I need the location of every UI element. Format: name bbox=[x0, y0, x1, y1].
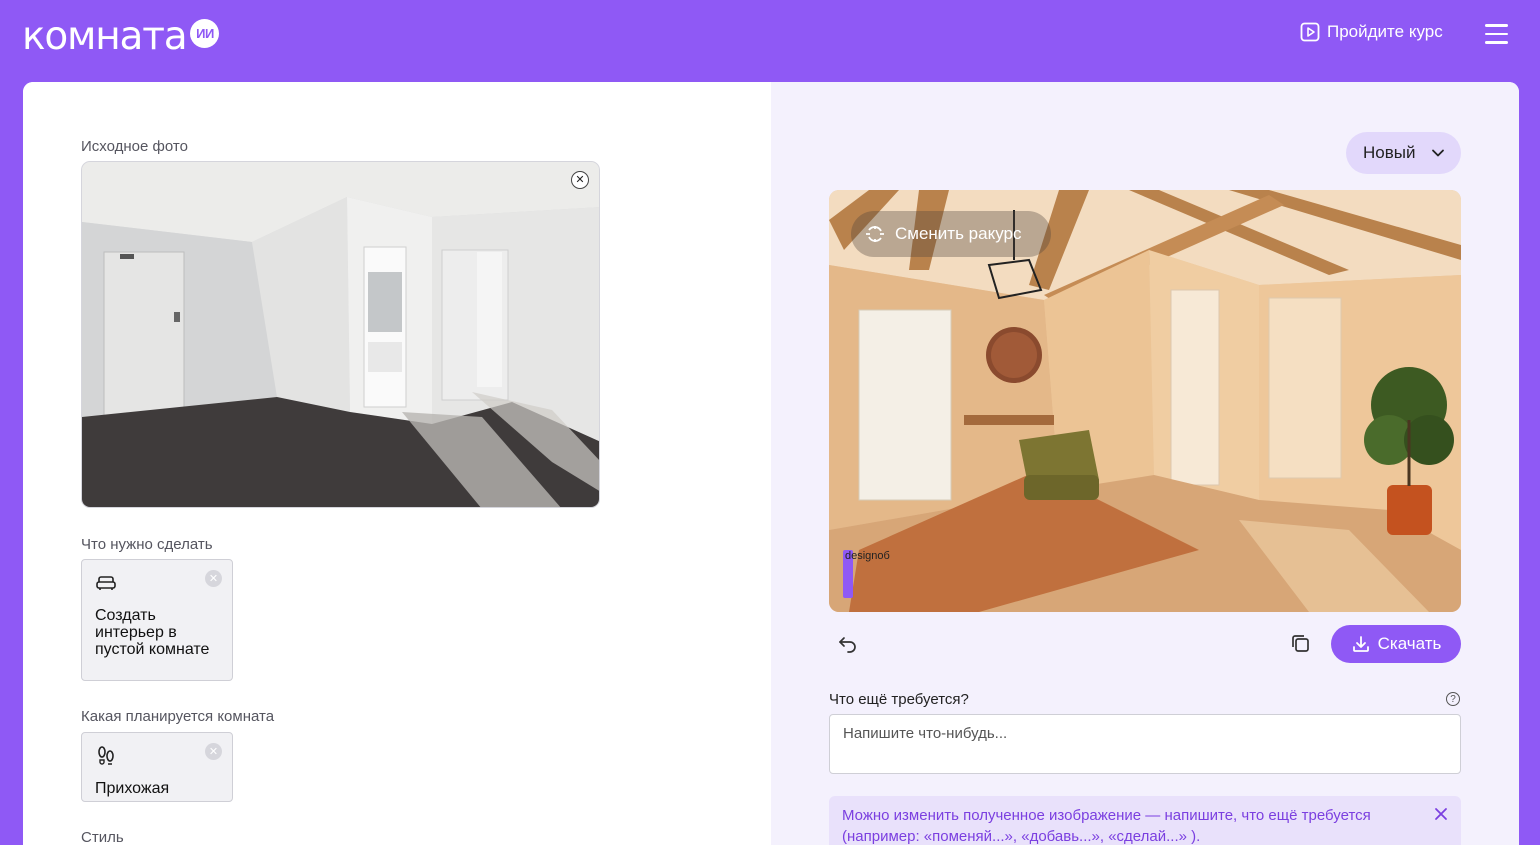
request-label: Что ещё требуется? bbox=[829, 691, 969, 708]
logo-text: комната bbox=[22, 14, 188, 59]
play-icon bbox=[1300, 22, 1320, 42]
undo-icon[interactable] bbox=[837, 632, 859, 654]
request-input[interactable] bbox=[829, 714, 1461, 774]
version-selected-value: Новый bbox=[1363, 143, 1416, 162]
sofa-icon bbox=[96, 576, 116, 590]
logo[interactable]: комната ИИ bbox=[22, 14, 220, 60]
hint-banner: Можно изменить полученное изображение — … bbox=[829, 796, 1461, 845]
help-icon[interactable]: ? bbox=[1446, 692, 1460, 706]
result-panel: Новый Сменить ракурс designоб Скачать Чт… bbox=[771, 82, 1519, 845]
style-label: Стиль bbox=[81, 829, 124, 845]
rotate-view-icon bbox=[866, 226, 884, 242]
chevron-down-icon bbox=[1432, 149, 1444, 157]
top-bar: комната ИИ Пройдите курс bbox=[0, 0, 1540, 82]
source-photo[interactable]: ✕ bbox=[81, 161, 600, 508]
room-option-card[interactable]: Прихожая ✕ bbox=[81, 732, 233, 802]
take-course-link[interactable]: Пройдите курс bbox=[1300, 22, 1443, 42]
room-type-label: Какая планируется комната bbox=[81, 708, 275, 725]
settings-panel: Исходное фото ✕ Что нужно сделать Создат… bbox=[23, 82, 771, 845]
version-dropdown[interactable]: Новый bbox=[1346, 132, 1461, 174]
download-icon bbox=[1352, 636, 1369, 652]
hint-text: Можно изменить полученное изображение — … bbox=[842, 807, 1371, 845]
change-angle-button[interactable]: Сменить ракурс bbox=[851, 211, 1051, 257]
download-label: Скачать bbox=[1377, 634, 1442, 653]
hamburger-menu-icon[interactable] bbox=[1485, 24, 1508, 44]
result-photo[interactable]: Сменить ракурс designоб bbox=[829, 190, 1461, 612]
take-course-label: Пройдите курс bbox=[1327, 22, 1443, 41]
watermark-text: designоб bbox=[845, 550, 890, 562]
task-label: Что нужно сделать bbox=[81, 536, 213, 553]
change-angle-label: Сменить ракурс bbox=[895, 224, 1022, 243]
remove-photo-icon[interactable]: ✕ bbox=[571, 171, 589, 189]
footprints-icon bbox=[98, 746, 114, 765]
empty-room-image bbox=[82, 162, 599, 507]
download-button[interactable]: Скачать bbox=[1331, 625, 1461, 663]
source-photo-label: Исходное фото bbox=[81, 138, 188, 155]
close-icon[interactable] bbox=[1433, 806, 1449, 822]
clear-task-icon[interactable]: ✕ bbox=[205, 570, 222, 587]
room-option-text: Прихожая bbox=[95, 780, 170, 797]
main-card: Исходное фото ✕ Что нужно сделать Создат… bbox=[23, 82, 1519, 845]
clear-room-icon[interactable]: ✕ bbox=[205, 743, 222, 760]
task-option-card[interactable]: Создать интерьер в пустой комнате ✕ bbox=[81, 559, 233, 681]
logo-badge: ИИ bbox=[190, 19, 220, 48]
task-option-text: Создать интерьер в пустой комнате bbox=[95, 607, 210, 658]
copy-icon[interactable] bbox=[1289, 632, 1311, 654]
